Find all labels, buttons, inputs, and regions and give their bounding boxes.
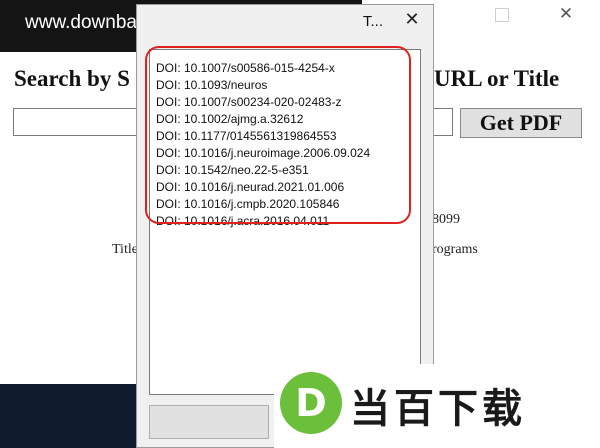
partial-text: Title xyxy=(112,242,138,257)
watermark-logo: D 当百下载 xyxy=(274,364,600,448)
dialog-title: T... xyxy=(363,13,384,30)
close-icon[interactable]: ✕ xyxy=(556,4,576,24)
partial-text: 8099 xyxy=(432,212,460,227)
dialog-action-button[interactable] xyxy=(149,405,269,439)
logo-text: 当百下载 xyxy=(350,386,526,432)
maximize-icon[interactable] xyxy=(495,8,509,22)
partial-text: rograms xyxy=(432,242,478,257)
logo-letter: D xyxy=(295,381,327,425)
highlight-annotation xyxy=(145,46,411,224)
heading-right-fragment: URL or Title xyxy=(434,66,560,91)
dialog-close-icon[interactable]: ✕ xyxy=(401,9,423,31)
get-pdf-button[interactable]: Get PDF xyxy=(460,108,582,138)
heading-left-fragment: Search by S xyxy=(14,66,130,91)
